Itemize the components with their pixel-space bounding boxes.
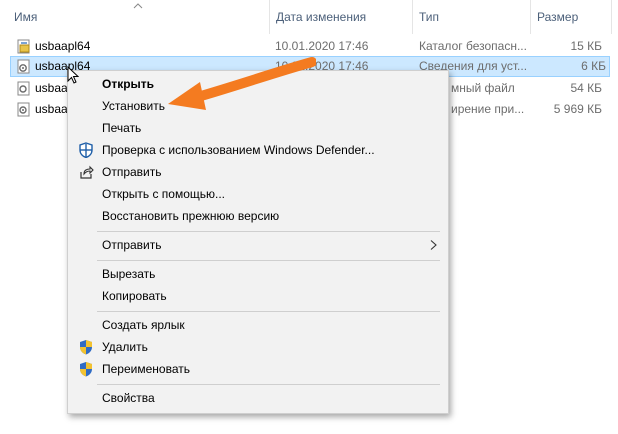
menu-item-open-with[interactable]: Открыть с помощью... — [68, 183, 448, 205]
menu-item-print[interactable]: Печать — [68, 117, 448, 139]
menu-item-properties[interactable]: Свойства — [68, 387, 448, 409]
file-name: usbaa — [35, 81, 68, 95]
uac-shield-icon — [80, 340, 92, 355]
file-size: 54 КБ — [570, 81, 602, 95]
catalog-file-icon — [17, 39, 30, 54]
share-icon — [80, 165, 94, 179]
file-name: usbaapl64 — [35, 39, 91, 53]
setup-info-file-icon — [17, 59, 30, 74]
menu-item-copy[interactable]: Копировать — [68, 285, 448, 307]
menu-item-cut[interactable]: Вырезать — [68, 263, 448, 285]
menu-separator — [97, 231, 440, 232]
mouse-cursor-icon — [67, 66, 79, 84]
menu-item-create-shortcut[interactable]: Создать ярлык — [68, 314, 448, 336]
context-menu: Открыть Установить Печать Проверка с исп… — [67, 70, 449, 414]
menu-item-delete[interactable]: Удалить — [68, 336, 448, 358]
column-type[interactable]: Тип — [413, 0, 530, 34]
file-size: 15 КБ — [570, 39, 602, 53]
menu-item-defender-scan[interactable]: Проверка с использованием Windows Defend… — [68, 139, 448, 161]
menu-separator — [97, 260, 440, 261]
dll-file-icon — [17, 102, 30, 117]
annotation-arrow-icon — [168, 57, 316, 110]
file-type: мный файл — [451, 81, 515, 95]
column-header: Имя Дата изменения Тип Размер — [0, 0, 618, 34]
menu-item-send-to[interactable]: Отправить — [68, 234, 448, 256]
file-type: ирение при... — [451, 102, 525, 116]
menu-separator — [97, 384, 440, 385]
column-date[interactable]: Дата изменения — [270, 0, 412, 34]
menu-item-share[interactable]: Отправить — [68, 161, 448, 183]
menu-item-rename[interactable]: Переименовать — [68, 358, 448, 380]
chevron-right-icon — [430, 240, 437, 250]
file-size: 5 969 КБ — [553, 102, 602, 116]
file-name: usbaa — [35, 102, 68, 116]
menu-item-restore-previous[interactable]: Восстановить прежнюю версию — [68, 205, 448, 227]
menu-separator — [97, 311, 440, 312]
column-name[interactable]: Имя — [8, 0, 270, 34]
windows-defender-icon — [79, 142, 93, 158]
column-size[interactable]: Размер — [531, 0, 611, 34]
system-file-icon — [17, 81, 30, 96]
file-size: 6 КБ — [581, 59, 606, 73]
uac-shield-icon — [80, 362, 92, 377]
file-type: Каталог безопасн... — [419, 39, 527, 53]
